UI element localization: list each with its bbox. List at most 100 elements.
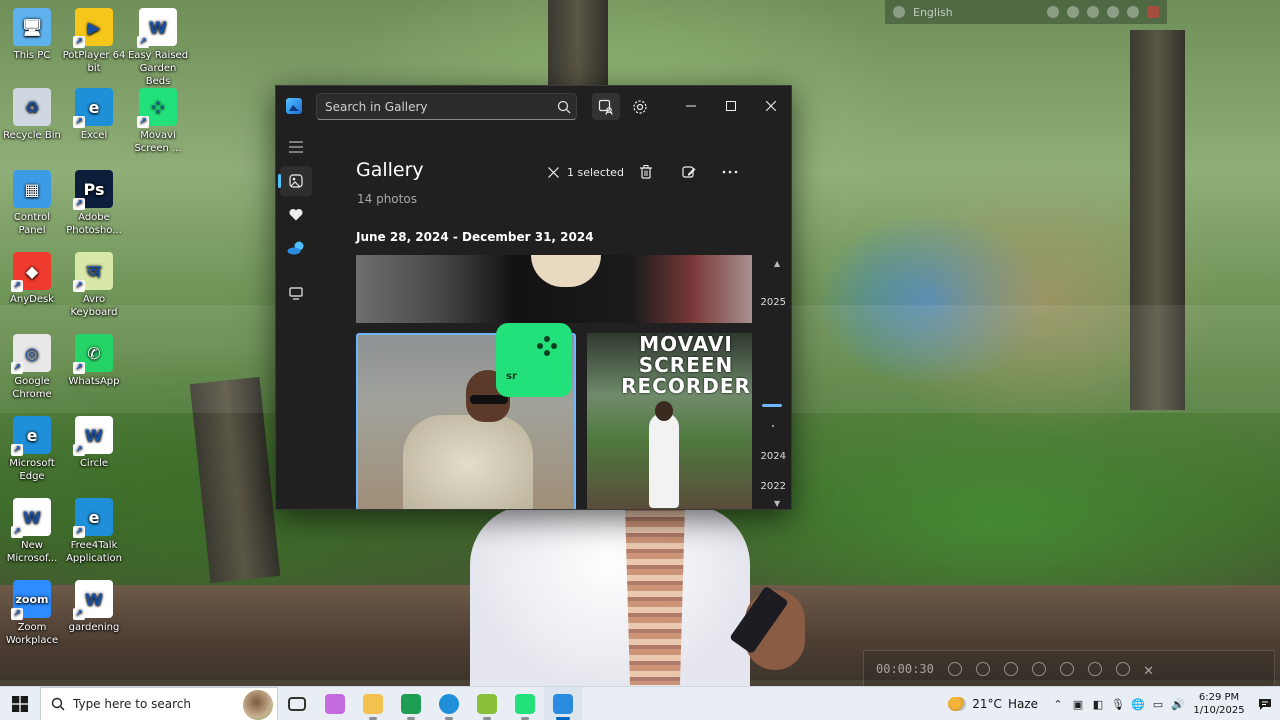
weather-widget[interactable]: 21°C Haze [948, 697, 1038, 711]
help-icon[interactable] [1127, 6, 1139, 18]
minimize-button[interactable] [671, 92, 711, 120]
language-toolbar[interactable]: English [885, 0, 1167, 24]
desktop-icon[interactable]: e ↗ Excel [62, 88, 126, 142]
desktop-icon[interactable]: W ↗ New Microsof... [0, 498, 64, 565]
pause-icon[interactable] [947, 662, 962, 676]
settings-button[interactable] [626, 93, 654, 120]
pen-icon[interactable] [1059, 662, 1074, 676]
nav-onedrive[interactable] [280, 233, 312, 263]
app-icon: ◎ ↗ [11, 334, 51, 374]
menu-button[interactable] [280, 132, 312, 162]
delete-button[interactable] [633, 160, 659, 184]
camera-icon[interactable] [1087, 662, 1102, 676]
microphone-icon[interactable] [975, 662, 990, 676]
clear-selection-button[interactable]: 1 selected [548, 161, 624, 183]
desktop-icon[interactable]: ▶ ↗ PotPlayer 64 bit [62, 8, 126, 75]
taskbar-app-file-explorer[interactable] [354, 687, 392, 720]
pdf-app-icon[interactable]: ▣ [1068, 687, 1088, 720]
timeline-dot [772, 425, 774, 427]
timeline-position-marker[interactable] [762, 404, 782, 407]
weather-temperature: 21°C [972, 697, 1002, 711]
volume-icon[interactable]: 🔊 [1168, 687, 1188, 720]
more-options-button[interactable] [717, 160, 743, 184]
scroll-down-icon[interactable]: ▼ [774, 499, 780, 508]
shortcut-arrow-icon: ↗ [73, 608, 85, 620]
system-clock[interactable]: 6:29 PM 1/10/2025 [1188, 691, 1250, 717]
recorder-controls[interactable]: 00:00:30 ✕ [863, 650, 1275, 688]
start-button[interactable] [0, 687, 40, 720]
taskbar-app-garden-app[interactable] [468, 687, 506, 720]
people-toggle-button[interactable] [592, 93, 620, 120]
timeline-year[interactable]: 2022 [761, 481, 786, 492]
chevron-up-icon[interactable]: ⌃ [1048, 687, 1068, 720]
desktop-icon[interactable]: W ↗ gardening [62, 580, 126, 634]
nav-gallery[interactable] [278, 166, 312, 196]
taskbar-search-placeholder[interactable]: Type here to search [73, 697, 191, 711]
monitor-icon [289, 286, 303, 300]
taskbar-app-taskview[interactable] [278, 687, 316, 720]
desktop-icon[interactable]: ⁘ ↗ Movavi Screen ... [126, 88, 190, 155]
edit-button[interactable] [676, 160, 702, 184]
desktop-icon[interactable]: zoom ↗ Zoom Workplace [0, 580, 64, 647]
taskbar-app-movavi[interactable] [506, 687, 544, 720]
hamburger-icon [289, 141, 303, 153]
taskbar-search-box[interactable]: Type here to search [40, 686, 278, 720]
timeline-scrollbar[interactable]: ▲ 2025 2024 2022 ▼ [752, 255, 791, 509]
title-bar[interactable] [276, 86, 791, 126]
microphone-icon[interactable]: 🎙 [1108, 687, 1128, 720]
taskbar-app-photos[interactable] [544, 686, 582, 720]
gallery-search-box[interactable] [316, 93, 577, 120]
photos-app-window[interactable]: Gallery 14 photos 1 selected June 28, 20… [275, 85, 792, 510]
settings-icon[interactable] [1047, 6, 1059, 18]
taskview-icon [288, 696, 306, 711]
desktop-icon-label: New Microsof... [6, 540, 58, 564]
battery-icon[interactable]: ▭ [1148, 687, 1168, 720]
desktop-icon[interactable]: ♻ Recycle Bin [0, 88, 64, 142]
taskbar-app-excel-sheet[interactable] [392, 687, 430, 720]
gallery-icon [289, 174, 303, 188]
desktop-icon[interactable]: W ↗ Easy Raised Garden Beds [126, 8, 190, 88]
keyboard-icon[interactable] [893, 6, 905, 18]
desktop-icon[interactable]: W ↗ Circle [62, 416, 126, 470]
emoji-icon[interactable] [1067, 6, 1079, 18]
timeline-year[interactable]: 2024 [761, 451, 786, 462]
desktop-icon[interactable]: ✆ ↗ WhatsApp [62, 334, 126, 388]
close-icon[interactable] [1147, 6, 1159, 18]
desktop-icon[interactable]: e ↗ Free4Talk Application [62, 498, 126, 565]
gallery-search-input[interactable] [317, 99, 552, 114]
timeline-year[interactable]: 2025 [761, 297, 786, 308]
gear-icon[interactable] [1031, 662, 1046, 676]
desktop-icon[interactable]: e ↗ Microsoft Edge [0, 416, 64, 483]
desktop-icon[interactable]: 🖥 This PC [0, 8, 64, 62]
meet-now-icon[interactable]: ◧ [1088, 687, 1108, 720]
scroll-up-icon[interactable]: ▲ [774, 259, 780, 268]
desktop-icon[interactable]: ◆ ↗ AnyDesk [0, 252, 64, 306]
search-highlight-image[interactable] [243, 689, 273, 720]
notification-center-button[interactable] [1250, 687, 1280, 720]
nav-favorites[interactable] [280, 199, 312, 229]
side-navigation [276, 126, 316, 509]
maximize-button[interactable] [711, 92, 751, 120]
nav-this-pc[interactable] [280, 278, 312, 308]
taskbar-app-copilot[interactable] [316, 687, 354, 720]
language-label[interactable]: English [913, 6, 953, 19]
close-icon[interactable]: ✕ [1144, 660, 1154, 679]
system-tray: 21°C Haze ⌃ ▣ ◧ 🎙 🌐 ▭ 🔊 6:29 PM 1/10/202… [948, 687, 1280, 720]
desktop-icon-label: Control Panel [13, 212, 51, 236]
lock-icon[interactable] [1087, 6, 1099, 18]
photo-detail [531, 255, 601, 287]
desktop-icon[interactable]: ▦ Control Panel [0, 170, 64, 237]
stop-icon[interactable] [1115, 662, 1130, 676]
desktop-icon[interactable]: Ps ↗ Adobe Photosho... [62, 170, 126, 237]
search-icon[interactable] [552, 95, 576, 119]
photo-thumbnail[interactable] [356, 255, 752, 323]
desktop-icon[interactable]: ◎ ↗ Google Chrome [0, 334, 64, 401]
close-button[interactable] [751, 92, 791, 120]
taskbar-app-edge[interactable] [430, 687, 468, 720]
desktop-icon[interactable]: অ ↗ Avro Keyboard [62, 252, 126, 319]
shortcut-arrow-icon: ↗ [11, 362, 23, 374]
speaker-icon[interactable] [1003, 662, 1018, 676]
globe-icon[interactable] [1107, 6, 1119, 18]
haze-weather-icon [948, 697, 967, 711]
network-globe-icon[interactable]: 🌐 [1128, 687, 1148, 720]
